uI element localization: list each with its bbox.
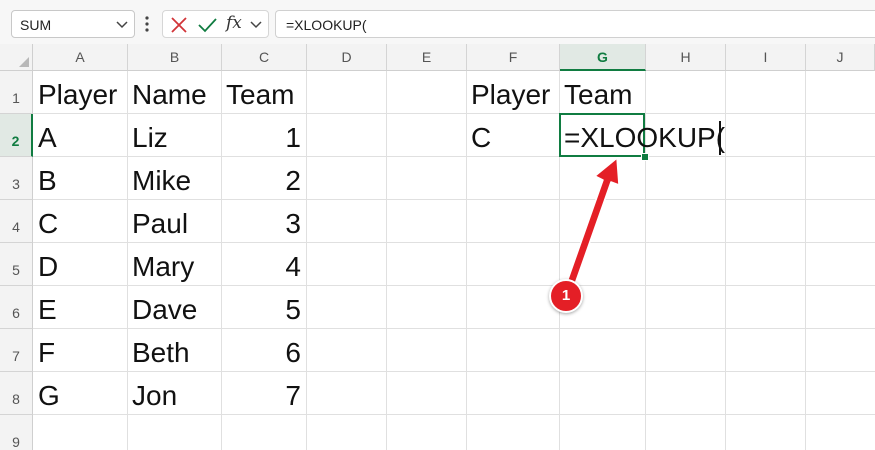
column-header-h[interactable]: H	[646, 44, 726, 71]
cell-c8[interactable]: 7	[221, 372, 306, 415]
cell-b2[interactable]: Liz	[127, 114, 221, 157]
cell-a2[interactable]: A	[33, 114, 127, 157]
formula-tools: fx	[162, 10, 269, 38]
row-header-8[interactable]: 8	[0, 372, 33, 415]
gridline	[725, 71, 726, 450]
cell-a7[interactable]: F	[33, 329, 127, 372]
chevron-down-icon[interactable]	[114, 16, 130, 32]
gridline	[386, 71, 387, 450]
fill-handle[interactable]	[641, 153, 649, 161]
cell-a1[interactable]: Player	[33, 71, 127, 114]
cell-a5[interactable]: D	[33, 243, 127, 286]
gridline	[306, 71, 307, 450]
column-header-j[interactable]: J	[806, 44, 875, 71]
cell-a4[interactable]: C	[33, 200, 127, 243]
row-header-9[interactable]: 9	[0, 415, 33, 450]
chevron-down-icon[interactable]	[248, 16, 264, 32]
column-header-e[interactable]: E	[387, 44, 467, 71]
cell-c5[interactable]: 4	[221, 243, 306, 286]
name-box-value: SUM	[20, 17, 52, 33]
select-all-corner[interactable]	[0, 44, 33, 71]
row-header-1[interactable]: 1	[0, 71, 33, 114]
annotation-badge: 1	[549, 279, 583, 313]
enter-check-icon[interactable]	[196, 14, 218, 36]
column-header-a[interactable]: A	[33, 44, 128, 71]
cell-c3[interactable]: 2	[221, 157, 306, 200]
row-header-6[interactable]: 6	[0, 286, 33, 329]
row-header-4[interactable]: 4	[0, 200, 33, 243]
cell-b6[interactable]: Dave	[127, 286, 221, 329]
cell-c1[interactable]: Team	[221, 71, 306, 114]
name-box[interactable]: SUM	[11, 10, 135, 38]
cell-f1[interactable]: Player	[466, 71, 559, 114]
column-header-c[interactable]: C	[222, 44, 307, 71]
column-headers: A B C D E F G H I J	[33, 44, 875, 71]
row-header-7[interactable]: 7	[0, 329, 33, 372]
more-options-icon[interactable]	[143, 12, 151, 36]
cell-a6[interactable]: E	[33, 286, 127, 329]
cell-a3[interactable]: B	[33, 157, 127, 200]
cell-a8[interactable]: G	[33, 372, 127, 415]
select-all-triangle-icon	[19, 57, 29, 67]
cell-f2[interactable]: C	[466, 114, 559, 157]
cell-g1[interactable]: Team	[559, 71, 645, 114]
row-header-3[interactable]: 3	[0, 157, 33, 200]
row-header-5[interactable]: 5	[0, 243, 33, 286]
cells-area: Player Name Team Player Team A Liz 1 C B…	[33, 71, 875, 450]
cell-c6[interactable]: 5	[221, 286, 306, 329]
gridline	[805, 71, 806, 450]
column-header-f[interactable]: F	[467, 44, 560, 71]
formula-bar: SUM fx =XLOOKUP(	[0, 0, 875, 44]
column-header-b[interactable]: B	[128, 44, 222, 71]
formula-text: =XLOOKUP(	[286, 17, 367, 33]
cell-b8[interactable]: Jon	[127, 372, 221, 415]
cell-c2[interactable]: 1	[221, 114, 306, 157]
text-caret	[719, 121, 721, 155]
column-header-d[interactable]: D	[307, 44, 387, 71]
cell-b3[interactable]: Mike	[127, 157, 221, 200]
cell-c4[interactable]: 3	[221, 200, 306, 243]
cell-b1[interactable]: Name	[127, 71, 221, 114]
cell-b5[interactable]: Mary	[127, 243, 221, 286]
row-header-2[interactable]: 2	[0, 114, 33, 157]
formula-input[interactable]: =XLOOKUP(	[275, 10, 875, 38]
cancel-icon[interactable]	[168, 14, 190, 36]
column-header-g[interactable]: G	[560, 44, 646, 71]
fx-icon[interactable]: fx	[226, 13, 242, 33]
row-headers: 1 2 3 4 5 6 7 8 9	[0, 71, 33, 450]
column-header-i[interactable]: I	[726, 44, 806, 71]
cell-c7[interactable]: 6	[221, 329, 306, 372]
cell-b4[interactable]: Paul	[127, 200, 221, 243]
cell-b7[interactable]: Beth	[127, 329, 221, 372]
spreadsheet-grid: A B C D E F G H I J 1 2 3 4 5 6 7 8 9 Pl…	[0, 44, 875, 450]
